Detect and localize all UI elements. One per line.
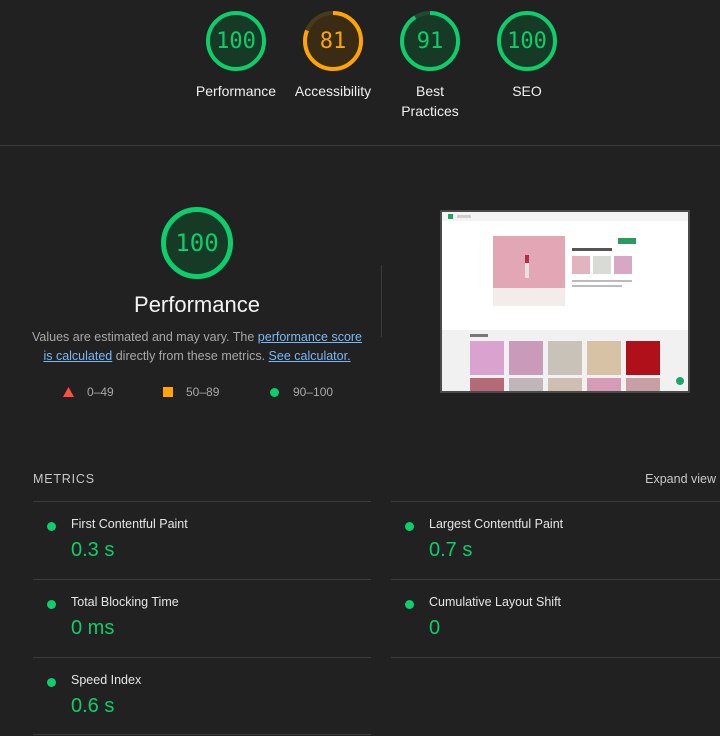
best-practices-category-label: Best Practices — [401, 83, 459, 119]
pass-dot-icon — [405, 522, 414, 531]
expand-view-toggle[interactable]: Expand view — [645, 472, 716, 486]
page-screenshot-thumbnail[interactable] — [440, 210, 690, 393]
triangle-icon — [63, 387, 74, 397]
circle-icon — [270, 387, 279, 397]
performance-description: Values are estimated and may vary. The p… — [31, 330, 363, 363]
metrics-divider — [391, 501, 720, 502]
page-screenshot-image — [442, 212, 688, 391]
metrics-heading: METRICS — [33, 472, 95, 486]
metrics-divider — [33, 734, 371, 735]
square-icon — [163, 387, 173, 397]
metrics-divider — [391, 657, 720, 658]
performance-main-gauge: 100 — [161, 207, 233, 279]
performance-score-gauge: 100 — [206, 11, 266, 71]
performance-category-label: Performance — [195, 83, 277, 99]
seo-score-gauge: 100 — [497, 11, 557, 71]
category-best-practices[interactable]: 91 Best Practices — [380, 11, 480, 121]
legend-average: 50–89 — [163, 385, 219, 399]
pass-dot-icon — [47, 600, 56, 609]
legend-fail: 0–49 — [63, 385, 114, 399]
section-separator — [381, 265, 382, 337]
accessibility-category-label: Accessibility — [294, 83, 372, 99]
metrics-divider — [391, 579, 720, 580]
pass-dot-icon — [47, 678, 56, 687]
legend-pass: 90–100 — [270, 385, 333, 399]
metrics-divider — [33, 657, 371, 658]
performance-title: Performance — [134, 292, 260, 317]
category-accessibility[interactable]: 81 Accessibility — [283, 11, 383, 101]
pass-dot-icon — [47, 522, 56, 531]
category-seo[interactable]: 100 SEO — [477, 11, 577, 101]
metrics-divider — [33, 501, 371, 502]
pass-dot-icon — [405, 600, 414, 609]
header-divider — [0, 145, 720, 146]
best-practices-score-gauge: 91 — [400, 11, 460, 71]
category-performance[interactable]: 100 Performance — [186, 11, 286, 101]
seo-category-label: SEO — [512, 83, 542, 99]
metrics-divider — [33, 579, 371, 580]
accessibility-score-gauge: 81 — [303, 11, 363, 71]
see-calculator-link[interactable]: See calculator. — [269, 349, 351, 363]
